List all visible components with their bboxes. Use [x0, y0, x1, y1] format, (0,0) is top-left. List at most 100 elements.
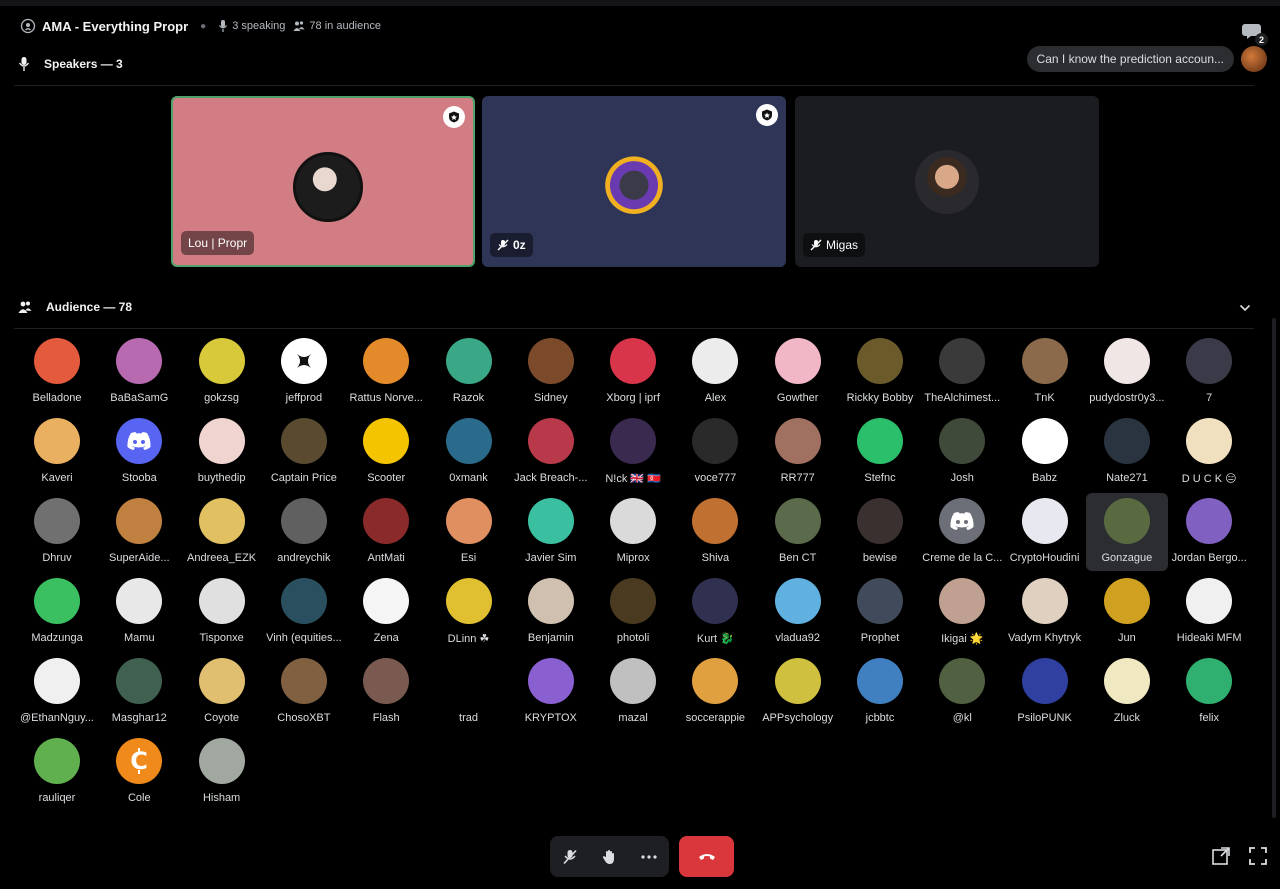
collapse-chevron-icon[interactable] [1239, 303, 1251, 313]
audience-member[interactable]: D U C K 😑 [1168, 413, 1250, 491]
audience-member[interactable]: TheAlchimest... [921, 333, 1003, 411]
audience-member[interactable]: mazal [592, 653, 674, 731]
audience-member[interactable]: RR777 [757, 413, 839, 491]
audience-member[interactable]: vladua92 [757, 573, 839, 651]
audience-member[interactable]: Zluck [1086, 653, 1168, 731]
audience-member[interactable]: Javier Sim [510, 493, 592, 571]
audience-member[interactable]: felix [1168, 653, 1250, 731]
audience-member[interactable]: Vadym Khytryk [1004, 573, 1086, 651]
audience-member[interactable]: C Cole [98, 733, 180, 811]
audience-member[interactable]: Sidney [510, 333, 592, 411]
audience-member[interactable]: Tisponxe [181, 573, 263, 651]
audience-avatar [34, 658, 80, 704]
audience-member[interactable]: Masghar12 [98, 653, 180, 731]
audience-member[interactable]: PsiloPUNK [1004, 653, 1086, 731]
audience-member[interactable]: trad [428, 653, 510, 731]
audience-member[interactable]: andreychik [263, 493, 345, 571]
audience-member[interactable]: Stefnc [839, 413, 921, 491]
audience-member[interactable]: CryptoHoudini [1004, 493, 1086, 571]
audience-member[interactable]: @kl [921, 653, 1003, 731]
speaking-count: 3 speaking [218, 20, 285, 32]
audience-member[interactable]: Madzunga [16, 573, 98, 651]
audience-member[interactable]: Jack Breach-... [510, 413, 592, 491]
audience-member[interactable]: Scooter [345, 413, 427, 491]
audience-member[interactable]: Xborg | iprf [592, 333, 674, 411]
audience-member[interactable]: TnK [1004, 333, 1086, 411]
fullscreen-icon[interactable] [1248, 846, 1268, 866]
audience-member[interactable]: gokzsg [181, 333, 263, 411]
audience-member[interactable]: Belladone [16, 333, 98, 411]
audience-member[interactable]: voce777 [674, 413, 756, 491]
audience-member[interactable]: soccerappie [674, 653, 756, 731]
audience-member[interactable]: N!ck 🇬🇧 🇰🇵 [592, 413, 674, 491]
audience-member[interactable]: Razok [428, 333, 510, 411]
audience-member[interactable]: Hisham [181, 733, 263, 811]
audience-member[interactable]: APPsychology [757, 653, 839, 731]
audience-member[interactable]: Alex [674, 333, 756, 411]
audience-member[interactable]: Andreea_EZK [181, 493, 263, 571]
audience-member[interactable]: Hideaki MFM [1168, 573, 1250, 651]
audience-member[interactable]: ChosoXBT [263, 653, 345, 731]
audience-avatar [445, 418, 492, 464]
audience-member[interactable]: Coyote [181, 653, 263, 731]
chat-button[interactable]: 2 [1242, 20, 1268, 46]
audience-member[interactable]: Rattus Norve... [345, 333, 427, 411]
audience-member[interactable]: 7 [1168, 333, 1250, 411]
audience-name: gokzsg [204, 392, 240, 404]
audience-member[interactable]: 0xmank [428, 413, 510, 491]
more-options-button[interactable] [635, 843, 663, 871]
audience-member[interactable]: Jordan Bergo... [1168, 493, 1250, 571]
speaker-tile-migas[interactable]: Migas [795, 96, 1099, 267]
audience-member[interactable]: Nate271 [1086, 413, 1168, 491]
audience-member[interactable]: Kaveri [16, 413, 98, 491]
audience-member[interactable]: Rickky Bobby [839, 333, 921, 411]
audience-scrollbar[interactable] [1272, 318, 1276, 818]
audience-member[interactable]: Benjamin [510, 573, 592, 651]
audience-member[interactable]: Mamu [98, 573, 180, 651]
audience-member[interactable]: Captain Price [263, 413, 345, 491]
audience-member[interactable]: Stooba [98, 413, 180, 491]
audience-member[interactable]: Vinh (equities... [263, 573, 345, 651]
audience-member[interactable]: Miprox [592, 493, 674, 571]
audience-member[interactable]: AntMati [345, 493, 427, 571]
audience-member[interactable]: Ikigai 🌟 [921, 573, 1003, 651]
audience-member[interactable]: Babz [1004, 413, 1086, 491]
audience-member[interactable]: @EthanNguy... [16, 653, 98, 731]
audience-member[interactable]: DLinn ☘ [428, 573, 510, 651]
audience-member[interactable]: jcbbtc [839, 653, 921, 731]
audience-member[interactable]: Gonzague [1085, 493, 1168, 571]
audience-member[interactable]: BaBaSamG [98, 333, 180, 411]
audience-member[interactable]: Flash [345, 653, 427, 731]
leave-stage-button[interactable] [679, 836, 734, 877]
audience-avatar [280, 498, 327, 544]
audience-member[interactable]: jeffprod [263, 333, 345, 411]
audience-member[interactable]: Shiva [674, 493, 756, 571]
audience-member[interactable]: buythedip [181, 413, 263, 491]
audience-member[interactable]: Dhruv [16, 493, 98, 571]
audience-member[interactable]: Jun [1086, 573, 1168, 651]
audience-avatar [857, 338, 903, 384]
audience-member[interactable]: Prophet [839, 573, 921, 651]
audience-member[interactable]: photoli [592, 573, 674, 651]
speaker-tile-lou[interactable]: Lou | Propr [171, 96, 475, 267]
audience-member[interactable]: Gowther [757, 333, 839, 411]
chat-preview-avatar[interactable] [1241, 46, 1267, 72]
audience-member[interactable]: bewise [839, 493, 921, 571]
unmute-button[interactable] [556, 843, 584, 871]
audience-member[interactable]: Ben CT [757, 493, 839, 571]
audience-avatar [198, 578, 245, 624]
audience-avatar [116, 338, 163, 384]
audience-member[interactable]: KRYPTOX [510, 653, 592, 731]
raise-hand-button[interactable] [595, 843, 623, 871]
audience-member[interactable]: Esi [428, 493, 510, 571]
audience-member[interactable]: Josh [921, 413, 1003, 491]
popout-icon[interactable] [1211, 846, 1231, 866]
audience-member[interactable]: Kurt 🐉 [674, 573, 756, 651]
speaker-tile-0z[interactable]: 0z [482, 96, 786, 267]
audience-member[interactable]: pudydostr0y3... [1086, 333, 1168, 411]
audience-member[interactable]: rauliqer [16, 733, 98, 811]
audience-member[interactable]: Zena [345, 573, 427, 651]
audience-member[interactable]: SuperAide... [98, 493, 180, 571]
chat-preview-bubble[interactable]: Can I know the prediction accoun... [1026, 46, 1234, 72]
audience-member[interactable]: Creme de la C... [921, 493, 1003, 571]
